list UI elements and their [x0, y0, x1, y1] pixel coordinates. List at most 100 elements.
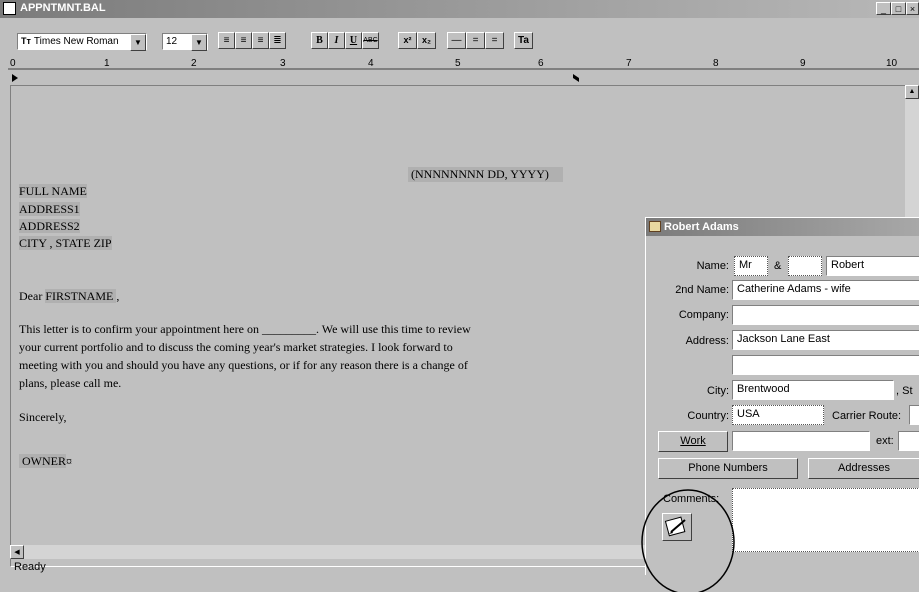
insert-field-button[interactable]: Ta — [514, 32, 533, 49]
chevron-down-icon[interactable]: ▼ — [130, 34, 146, 51]
one-half-spacing-button[interactable]: = — [466, 32, 485, 49]
closing-line: Sincerely, — [19, 410, 67, 424]
ruler-mark: 6 — [538, 58, 544, 69]
company-label: Company: — [678, 309, 729, 321]
spouse-salutation-input[interactable] — [788, 256, 822, 276]
salutation-input[interactable]: Mr — [734, 256, 768, 276]
contact-dialog: Robert Adams Name: Mr & Robert 2nd Name:… — [641, 217, 919, 592]
font-name-combo[interactable]: Tт Times New Roman ▼ — [17, 33, 147, 51]
double-spacing-button[interactable]: = — [485, 32, 504, 49]
full-name-line: FULL NAME — [19, 184, 87, 199]
country-label: Country: — [687, 410, 729, 422]
body-line: This letter is to confirm your appointme… — [19, 322, 471, 336]
second-name-label: 2nd Name: — [675, 284, 729, 296]
truetype-icon: Tт — [21, 36, 31, 46]
owner-line: OWNER¤ — [19, 454, 72, 469]
ext-label: ext: — [876, 435, 894, 447]
comments-textarea[interactable] — [732, 488, 919, 552]
firstname-field[interactable]: FIRSTNAME — [45, 289, 117, 303]
body-line: plans, please call me. — [19, 376, 122, 390]
right-margin-marker — [573, 74, 579, 82]
salutation-prefix: Dear — [19, 289, 46, 303]
state-label: , St — [896, 385, 913, 397]
dialog-titlebar: Robert Adams — [646, 218, 919, 236]
window-titlebar: APPNTMNT.BAL _ □ × — [0, 0, 919, 18]
work-phone-input[interactable] — [732, 431, 870, 451]
strikethrough-button[interactable]: ABC — [362, 32, 379, 49]
and-label: & — [774, 260, 782, 272]
window-title: APPNTMNT.BAL — [20, 2, 106, 14]
paragraph-mark: ¤ — [66, 454, 72, 468]
font-size-value: 12 — [166, 36, 178, 47]
left-indent-marker — [12, 74, 18, 82]
subscript-button[interactable]: x₂ — [417, 32, 436, 49]
body-line: meeting with you and should you have any… — [19, 358, 468, 372]
italic-button[interactable]: I — [328, 32, 345, 49]
ruler-mark: 5 — [455, 58, 461, 69]
address2-input[interactable] — [732, 355, 919, 375]
horizontal-scrollbar-track[interactable] — [24, 545, 645, 559]
salutation-line: Dear FIRSTNAME , — [19, 289, 119, 304]
maximize-button[interactable]: □ — [891, 2, 906, 15]
address1-input[interactable]: Jackson Lane East — [732, 330, 919, 350]
city-input[interactable]: Brentwood — [732, 380, 894, 400]
align-right-button[interactable]: ≡ — [252, 32, 269, 49]
work-phone-button[interactable]: Work — [658, 431, 728, 452]
ruler-mark: 4 — [368, 58, 374, 69]
align-left-button[interactable]: ≡ — [218, 32, 235, 49]
superscript-button[interactable]: x² — [398, 32, 417, 49]
ruler-mark: 9 — [800, 58, 806, 69]
company-input[interactable] — [732, 305, 919, 325]
first-name-input[interactable]: Robert — [826, 256, 919, 276]
dialog-title: Robert Adams — [664, 221, 739, 233]
status-bar: Ready — [10, 561, 650, 575]
date-field[interactable]: (NNNNNNNN DD, YYYY) — [408, 167, 563, 182]
align-center-button[interactable]: ≡ — [235, 32, 252, 49]
ruler-mark: 1 — [104, 58, 110, 69]
name-label: Name: — [696, 260, 729, 272]
status-text: Ready — [14, 561, 46, 573]
address1-field[interactable]: ADDRESS1 — [19, 202, 80, 216]
ruler-mark: 8 — [713, 58, 719, 69]
city-state-zip-field[interactable]: CITY , STATE ZIP — [19, 236, 112, 250]
minimize-button[interactable]: _ — [876, 2, 891, 15]
body-line: your current portfolio and to discuss th… — [19, 340, 453, 354]
ruler-mark: 10 — [886, 58, 898, 69]
chevron-down-icon[interactable]: ▼ — [191, 34, 207, 51]
full-name-field[interactable]: FULL NAME — [19, 184, 87, 198]
font-size-combo[interactable]: 12 ▼ — [162, 33, 208, 51]
scroll-left-arrow-icon[interactable]: ◀ — [10, 545, 24, 559]
city-state-zip-line: CITY , STATE ZIP — [19, 236, 112, 251]
ruler-mark: 0 — [10, 58, 16, 69]
carrier-route-input[interactable] — [909, 405, 919, 425]
ext-input[interactable] — [898, 431, 919, 451]
owner-field[interactable]: OWNER — [19, 454, 66, 468]
address1-line: ADDRESS1 — [19, 202, 80, 217]
city-label: City: — [707, 385, 729, 397]
addresses-button[interactable]: Addresses — [808, 458, 919, 479]
card-icon — [649, 221, 661, 232]
document-icon — [3, 2, 16, 15]
country-input[interactable]: USA — [732, 405, 824, 425]
ruler-scale — [8, 68, 919, 82]
ruler-mark: 3 — [280, 58, 286, 69]
work-button-label: Work — [680, 435, 706, 447]
justify-button[interactable]: ≣ — [269, 32, 286, 49]
scroll-up-arrow-icon[interactable]: ▲ — [905, 85, 919, 99]
ruler: 0 1 2 3 4 5 6 7 8 9 10 — [8, 58, 919, 83]
address2-field[interactable]: ADDRESS2 — [19, 219, 80, 233]
carrier-route-label: Carrier Route: — [832, 410, 902, 422]
second-name-input[interactable]: Catherine Adams - wife — [732, 280, 919, 300]
close-button[interactable]: × — [906, 2, 919, 15]
address2-line: ADDRESS2 — [19, 219, 80, 234]
highlight-circle — [641, 489, 735, 592]
phone-numbers-button[interactable]: Phone Numbers — [658, 458, 798, 479]
ruler-mark: 2 — [191, 58, 197, 69]
ruler-mark: 7 — [626, 58, 632, 69]
underline-button[interactable]: U — [345, 32, 362, 49]
address-label: Address: — [685, 335, 729, 347]
font-name-value: Times New Roman — [33, 36, 119, 47]
bold-button[interactable]: B — [311, 32, 328, 49]
salutation-suffix: , — [116, 289, 120, 303]
single-spacing-button[interactable]: — — [447, 32, 466, 49]
